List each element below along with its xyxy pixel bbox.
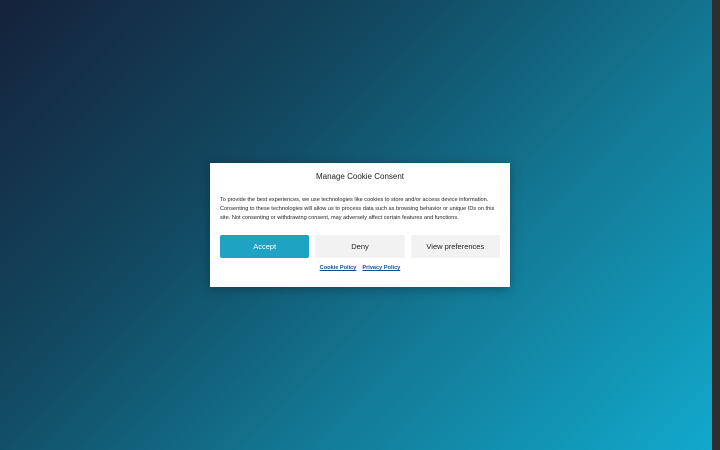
- accept-button[interactable]: Accept: [220, 235, 310, 258]
- view-preferences-button[interactable]: View preferences: [410, 235, 500, 258]
- consent-buttons: Accept Deny View preferences: [220, 235, 500, 258]
- policy-links: Cookie Policy Privacy Policy: [220, 265, 500, 271]
- deny-button[interactable]: Deny: [315, 235, 405, 258]
- cookie-consent-dialog: Manage Cookie Consent To provide the bes…: [210, 163, 510, 287]
- dialog-title: Manage Cookie Consent: [315, 172, 405, 181]
- consent-message: To provide the best experiences, we use …: [220, 197, 495, 221]
- privacy-policy-link[interactable]: Privacy Policy: [362, 265, 400, 271]
- scrollbar[interactable]: [712, 0, 720, 450]
- cookie-policy-link[interactable]: Cookie Policy: [320, 265, 357, 271]
